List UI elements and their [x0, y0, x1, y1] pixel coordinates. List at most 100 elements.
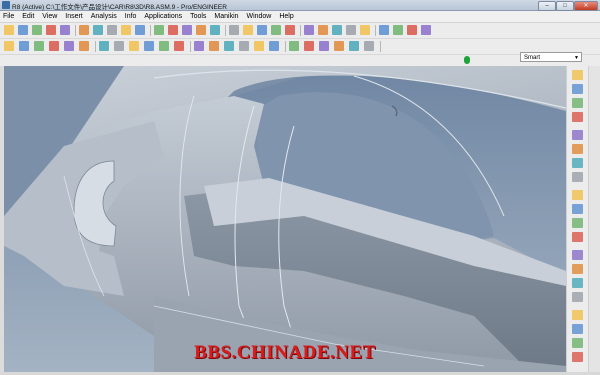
trim-feature-icon[interactable] [572, 278, 583, 288]
sketcher-icon[interactable] [572, 352, 583, 362]
paste-icon[interactable] [93, 25, 103, 35]
refit-icon[interactable] [393, 25, 403, 35]
layer-icon[interactable] [168, 25, 178, 35]
sweep-icon[interactable] [572, 98, 583, 108]
no-hidden-icon[interactable] [304, 25, 314, 35]
wireframe-icon[interactable] [271, 25, 281, 35]
window-title: R8 (Active) C:\工作文件\产品设计\CAR\R8\3D\R8.AS… [12, 4, 227, 11]
model-tree-icon[interactable] [154, 25, 164, 35]
menu-applications[interactable]: Applications [141, 11, 185, 22]
email-icon[interactable] [60, 25, 70, 35]
merge-icon[interactable] [254, 41, 264, 51]
solidify-feature-icon[interactable] [572, 324, 583, 334]
shell-icon[interactable] [572, 204, 583, 214]
spin-center-icon[interactable] [121, 25, 131, 35]
mirror-feature-icon[interactable] [572, 250, 583, 260]
csys-icon[interactable] [243, 25, 253, 35]
menu-file[interactable]: File [0, 11, 17, 22]
new-icon[interactable] [4, 25, 14, 35]
selection-filter-select[interactable]: Smart ▼ [520, 52, 582, 62]
menu-tools[interactable]: Tools [187, 11, 209, 22]
menu-insert[interactable]: Insert [62, 11, 86, 22]
thicken-icon[interactable] [349, 41, 359, 51]
maximize-button[interactable]: □ [556, 1, 574, 11]
draft-icon[interactable] [572, 190, 583, 200]
menu-manikin[interactable]: Manikin [211, 11, 241, 22]
annotation-icon[interactable] [257, 25, 267, 35]
undo-icon[interactable] [4, 41, 14, 51]
repaint-icon[interactable] [107, 25, 117, 35]
select-box-icon[interactable] [114, 41, 124, 51]
wrap-icon[interactable] [319, 41, 329, 51]
save-icon[interactable] [32, 25, 42, 35]
secondary-toolbar [0, 39, 600, 55]
zoom-in-icon[interactable] [360, 25, 370, 35]
zoom-out-icon[interactable] [379, 25, 389, 35]
solidify-icon[interactable] [364, 41, 374, 51]
datum-plane-icon[interactable] [196, 25, 206, 35]
help-icon[interactable] [421, 25, 431, 35]
pattern-icon[interactable] [572, 232, 583, 242]
cut-icon[interactable] [34, 41, 44, 51]
style-icon[interactable] [572, 112, 583, 122]
menu-info[interactable]: Info [122, 11, 140, 22]
menu-window[interactable]: Window [243, 11, 274, 22]
toolbar-separator [190, 41, 191, 52]
offset-feature-icon[interactable] [572, 292, 583, 302]
open-icon[interactable] [18, 25, 28, 35]
menu-edit[interactable]: Edit [19, 11, 37, 22]
hidden-line-icon[interactable] [285, 25, 295, 35]
paste2-icon[interactable] [64, 41, 74, 51]
reorient-icon[interactable] [407, 25, 417, 35]
orient-icon[interactable] [135, 25, 145, 35]
round-icon[interactable] [572, 158, 583, 168]
menu-help[interactable]: Help [276, 11, 296, 22]
flange-icon[interactable] [572, 338, 583, 348]
menu-bar: File Edit View Insert Analysis Info Appl… [0, 11, 600, 23]
extrude-icon[interactable] [572, 70, 583, 80]
offset-icon[interactable] [334, 41, 344, 51]
menu-view[interactable]: View [39, 11, 60, 22]
point-icon[interactable] [174, 41, 184, 51]
graphics-viewport[interactable]: BBS.CHINADE.NET [4, 66, 566, 372]
project-icon[interactable] [304, 41, 314, 51]
datum-axis-icon[interactable] [210, 25, 220, 35]
mirror-icon[interactable] [239, 41, 249, 51]
boundary-blend-icon[interactable] [572, 130, 583, 140]
hole-icon[interactable] [572, 144, 583, 154]
minimize-button[interactable]: – [538, 1, 556, 11]
toolbar-separator [300, 25, 301, 36]
shading-icon[interactable] [318, 25, 328, 35]
thicken-feature-icon[interactable] [572, 310, 583, 320]
close-button[interactable]: ✕ [574, 1, 598, 11]
regen-status-icon [464, 56, 470, 64]
view-manager-icon[interactable] [182, 25, 192, 35]
menu-analysis[interactable]: Analysis [88, 11, 120, 22]
axis-icon[interactable] [144, 41, 154, 51]
find-icon[interactable] [99, 41, 109, 51]
datum-point-icon[interactable] [229, 25, 239, 35]
copy2-icon[interactable] [49, 41, 59, 51]
sketch-icon[interactable] [159, 41, 169, 51]
curve-icon[interactable] [209, 41, 219, 51]
intersect-icon[interactable] [289, 41, 299, 51]
print-icon[interactable] [46, 25, 56, 35]
copy-icon[interactable] [79, 25, 89, 35]
saved-views-icon[interactable] [346, 25, 356, 35]
right-scrollbar[interactable] [588, 66, 600, 372]
analysis-icon[interactable] [224, 41, 234, 51]
revolve-icon[interactable] [572, 84, 583, 94]
trim-icon[interactable] [269, 41, 279, 51]
merge-feature-icon[interactable] [572, 264, 583, 274]
render-icon[interactable] [332, 25, 342, 35]
rib-icon[interactable] [572, 218, 583, 228]
toolbar-separator [95, 41, 96, 52]
toolbar-separator [225, 25, 226, 36]
feature-toolbar [566, 66, 589, 372]
watermark-text: BBS.CHINADE.NET [194, 342, 376, 363]
regenerate-icon[interactable] [79, 41, 89, 51]
csys2-icon[interactable] [194, 41, 204, 51]
redo-icon[interactable] [19, 41, 29, 51]
chamfer-icon[interactable] [572, 172, 583, 182]
plane-icon[interactable] [129, 41, 139, 51]
